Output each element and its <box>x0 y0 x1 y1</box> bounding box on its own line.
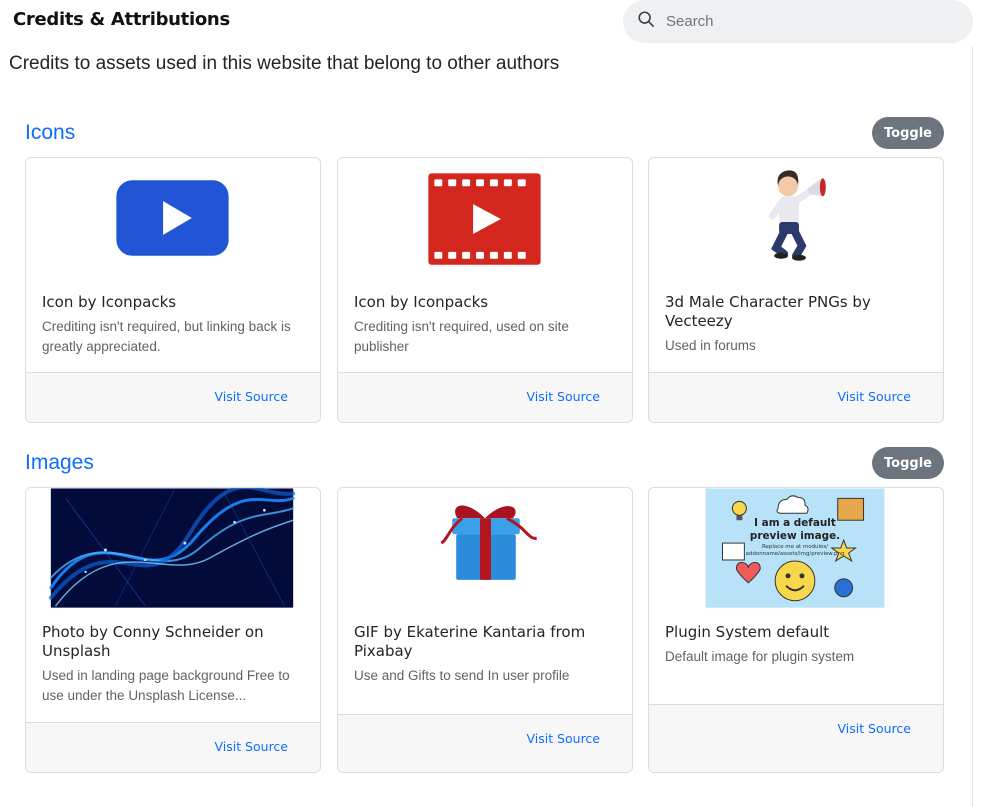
credit-card: I am a default preview image. Replace me… <box>648 487 944 773</box>
blue-network-wave-photo <box>26 488 320 623</box>
content-divider <box>972 46 973 807</box>
visit-source-link[interactable]: Visit Source <box>214 389 288 404</box>
section-title: Icons <box>25 121 76 144</box>
top-bar: Credits & Attributions <box>0 0 993 44</box>
section-header-images: Images Toggle <box>25 447 944 481</box>
card-footer: Visit Source <box>338 714 632 772</box>
visit-source-link[interactable]: Visit Source <box>837 389 911 404</box>
preview-text-line4: addonname/assets/img/preview.png <box>746 551 845 557</box>
red-film-play-icon <box>338 158 632 293</box>
search-input[interactable] <box>666 13 946 30</box>
preview-text-line3: Replace me at modules/ <box>762 544 828 550</box>
gift-box-image <box>338 488 632 623</box>
card-footer: Visit Source <box>649 704 943 772</box>
visit-source-link[interactable]: Visit Source <box>526 389 600 404</box>
default-preview-image: I am a default preview image. Replace me… <box>649 488 943 623</box>
page-subtitle: Credits to assets used in this website t… <box>9 53 560 74</box>
3d-man-megaphone-image <box>649 158 943 293</box>
card-description: Default image for plugin system <box>665 649 855 664</box>
section-header-icons: Icons Toggle <box>25 117 944 151</box>
blue-play-button-icon <box>26 158 320 293</box>
card-title: Photo by Conny Schneider on Unsplash <box>42 623 264 660</box>
page-title: Credits & Attributions <box>13 9 230 30</box>
card-footer: Visit Source <box>649 372 943 422</box>
card-description: Use and Gifts to send In user profile <box>354 668 570 683</box>
search-box[interactable] <box>623 0 973 43</box>
credit-card: 3d Male Character PNGs by Vecteezy Used … <box>648 157 944 423</box>
preview-text-line2: preview image. <box>750 530 840 542</box>
card-footer: Visit Source <box>338 372 632 422</box>
card-title: Icon by Iconpacks <box>354 293 489 311</box>
card-footer: Visit Source <box>26 722 320 772</box>
visit-source-link[interactable]: Visit Source <box>526 731 600 746</box>
toggle-button[interactable]: Toggle <box>872 447 944 479</box>
toggle-button[interactable]: Toggle <box>872 117 944 149</box>
credit-card: GIF by Ekaterine Kantaria from Pixabay U… <box>337 487 633 773</box>
card-description: Crediting isn't required, used on site p… <box>354 319 569 354</box>
card-title: Icon by Iconpacks <box>42 293 177 311</box>
credit-card: Icon by Iconpacks Crediting isn't requir… <box>25 157 321 423</box>
search-icon <box>637 10 655 33</box>
credit-card: Icon by Iconpacks Crediting isn't requir… <box>337 157 633 423</box>
card-description: Used in forums <box>665 338 756 353</box>
visit-source-link[interactable]: Visit Source <box>837 721 911 736</box>
card-title: Plugin System default <box>665 623 830 641</box>
preview-text-line1: I am a default <box>754 517 836 529</box>
card-footer: Visit Source <box>26 372 320 422</box>
card-description: Used in landing page background Free to … <box>42 668 290 703</box>
credit-card: Photo by Conny Schneider on Unsplash Use… <box>25 487 321 773</box>
section-title: Images <box>25 451 94 474</box>
card-title: GIF by Ekaterine Kantaria from Pixabay <box>354 623 586 660</box>
visit-source-link[interactable]: Visit Source <box>214 739 288 754</box>
card-title: 3d Male Character PNGs by Vecteezy <box>665 293 871 330</box>
card-description: Crediting isn't required, but linking ba… <box>42 319 291 354</box>
